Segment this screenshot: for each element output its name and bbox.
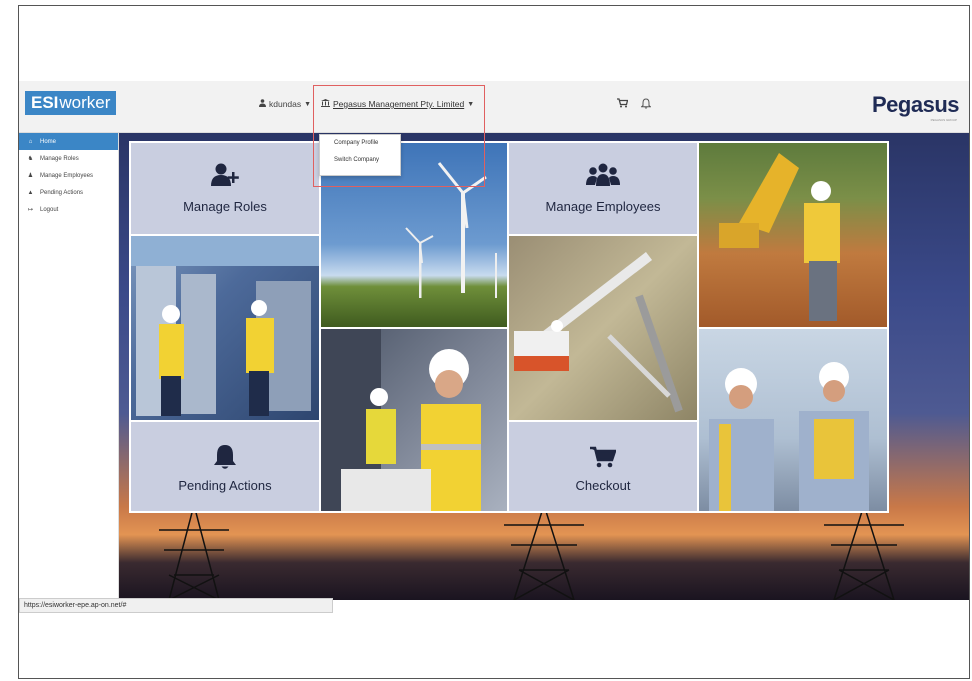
menu-item-company-profile[interactable]: Company Profile: [320, 135, 400, 152]
logout-icon: ↦: [27, 207, 34, 213]
technician-scene-image: [321, 329, 481, 511]
tile-pending-actions[interactable]: Pending Actions: [131, 422, 319, 511]
excavator-scene-image: [719, 153, 840, 321]
power-pylon-image: [504, 505, 584, 600]
switchroom-scene-image: [131, 236, 319, 416]
sidebar-item-label: Pending Actions: [40, 189, 84, 196]
bank-icon: [321, 99, 330, 109]
screenshot-frame: ESI worker kdundas ▼ Pegasus Management …: [18, 5, 970, 679]
chevron-down-icon: ▼: [467, 100, 475, 108]
cart-icon: [509, 446, 697, 473]
sidebar-item-logout[interactable]: ↦ Logout: [19, 201, 118, 218]
two-workers-scene-image: [709, 362, 869, 511]
esi-worker-logo[interactable]: ESI worker: [25, 91, 116, 115]
pegasus-brand-subtitle: PEGASUS GROUP: [930, 118, 957, 122]
top-header: ESI worker kdundas ▼ Pegasus Management …: [19, 81, 969, 133]
company-dropdown-menu: Company Profile Switch Company: [319, 134, 401, 176]
bell-icon: [131, 444, 319, 475]
group-icon: ♟: [27, 173, 34, 179]
footer-links[interactable]: Privacy Policy - Terms and Conditions: [863, 601, 963, 607]
cherry-picker-image: [514, 252, 683, 413]
company-menu[interactable]: Pegasus Management Pty. Limited ▼: [321, 99, 474, 109]
cart-icon[interactable]: [617, 98, 629, 111]
cherry-picker-photo: [509, 236, 697, 420]
power-pylon-image: [159, 505, 229, 600]
sidebar-item-home[interactable]: ⌂ Home: [19, 133, 118, 150]
sidebar-item-label: Home: [40, 138, 57, 145]
tile-manage-roles[interactable]: Manage Roles: [131, 143, 319, 234]
sidebar-item-label: Manage Employees: [40, 172, 94, 179]
tile-manage-employees[interactable]: Manage Employees: [509, 143, 697, 234]
users-icon: ♞: [27, 156, 34, 162]
switchroom-workers-photo: [131, 236, 319, 420]
technician-smiling-photo: [321, 329, 507, 511]
browser-status-bar: https://esiworker-epe.ap-on.net/#: [19, 598, 333, 613]
tile-label: Checkout: [575, 478, 631, 493]
company-name-link[interactable]: Pegasus Management Pty. Limited: [333, 99, 464, 109]
sidebar-item-manage-employees[interactable]: ♟ Manage Employees: [19, 167, 118, 184]
logo-light-text: worker: [59, 93, 111, 112]
sidebar-item-pending-actions[interactable]: ▲ Pending Actions: [19, 184, 118, 201]
sidebar-item-label: Logout: [40, 206, 59, 213]
add-user-icon: [131, 163, 319, 192]
sidebar-item-label: Manage Roles: [40, 155, 79, 162]
home-icon: ⌂: [28, 138, 33, 145]
dashboard-tile-grid: Manage Roles Pending Actions Manage Empl…: [129, 141, 889, 513]
tile-label: Manage Employees: [545, 199, 661, 214]
tile-label: Pending Actions: [178, 478, 272, 493]
group-icon: [509, 163, 697, 192]
username-label: kdundas: [269, 99, 302, 109]
menu-item-switch-company[interactable]: Switch Company: [320, 152, 400, 169]
chevron-down-icon: ▼: [304, 100, 312, 108]
tile-checkout[interactable]: Checkout: [509, 422, 697, 511]
bell-icon[interactable]: [640, 98, 652, 112]
excavator-worker-photo: [699, 143, 887, 327]
power-pylon-image: [824, 505, 904, 600]
sidebar: ⌂ Home ♞ Manage Roles ♟ Manage Employees…: [19, 133, 119, 600]
bell-icon: ▲: [27, 189, 34, 196]
user-icon: [259, 99, 266, 109]
tile-label: Manage Roles: [183, 199, 267, 214]
two-workers-photo: [699, 329, 887, 511]
app-window: ESI worker kdundas ▼ Pegasus Management …: [19, 81, 969, 613]
pegasus-brand-logo: Pegasus: [872, 92, 960, 117]
user-menu[interactable]: kdundas ▼: [259, 99, 311, 109]
logo-bold-text: ESI: [31, 93, 59, 112]
sidebar-item-manage-roles[interactable]: ♞ Manage Roles: [19, 150, 118, 167]
